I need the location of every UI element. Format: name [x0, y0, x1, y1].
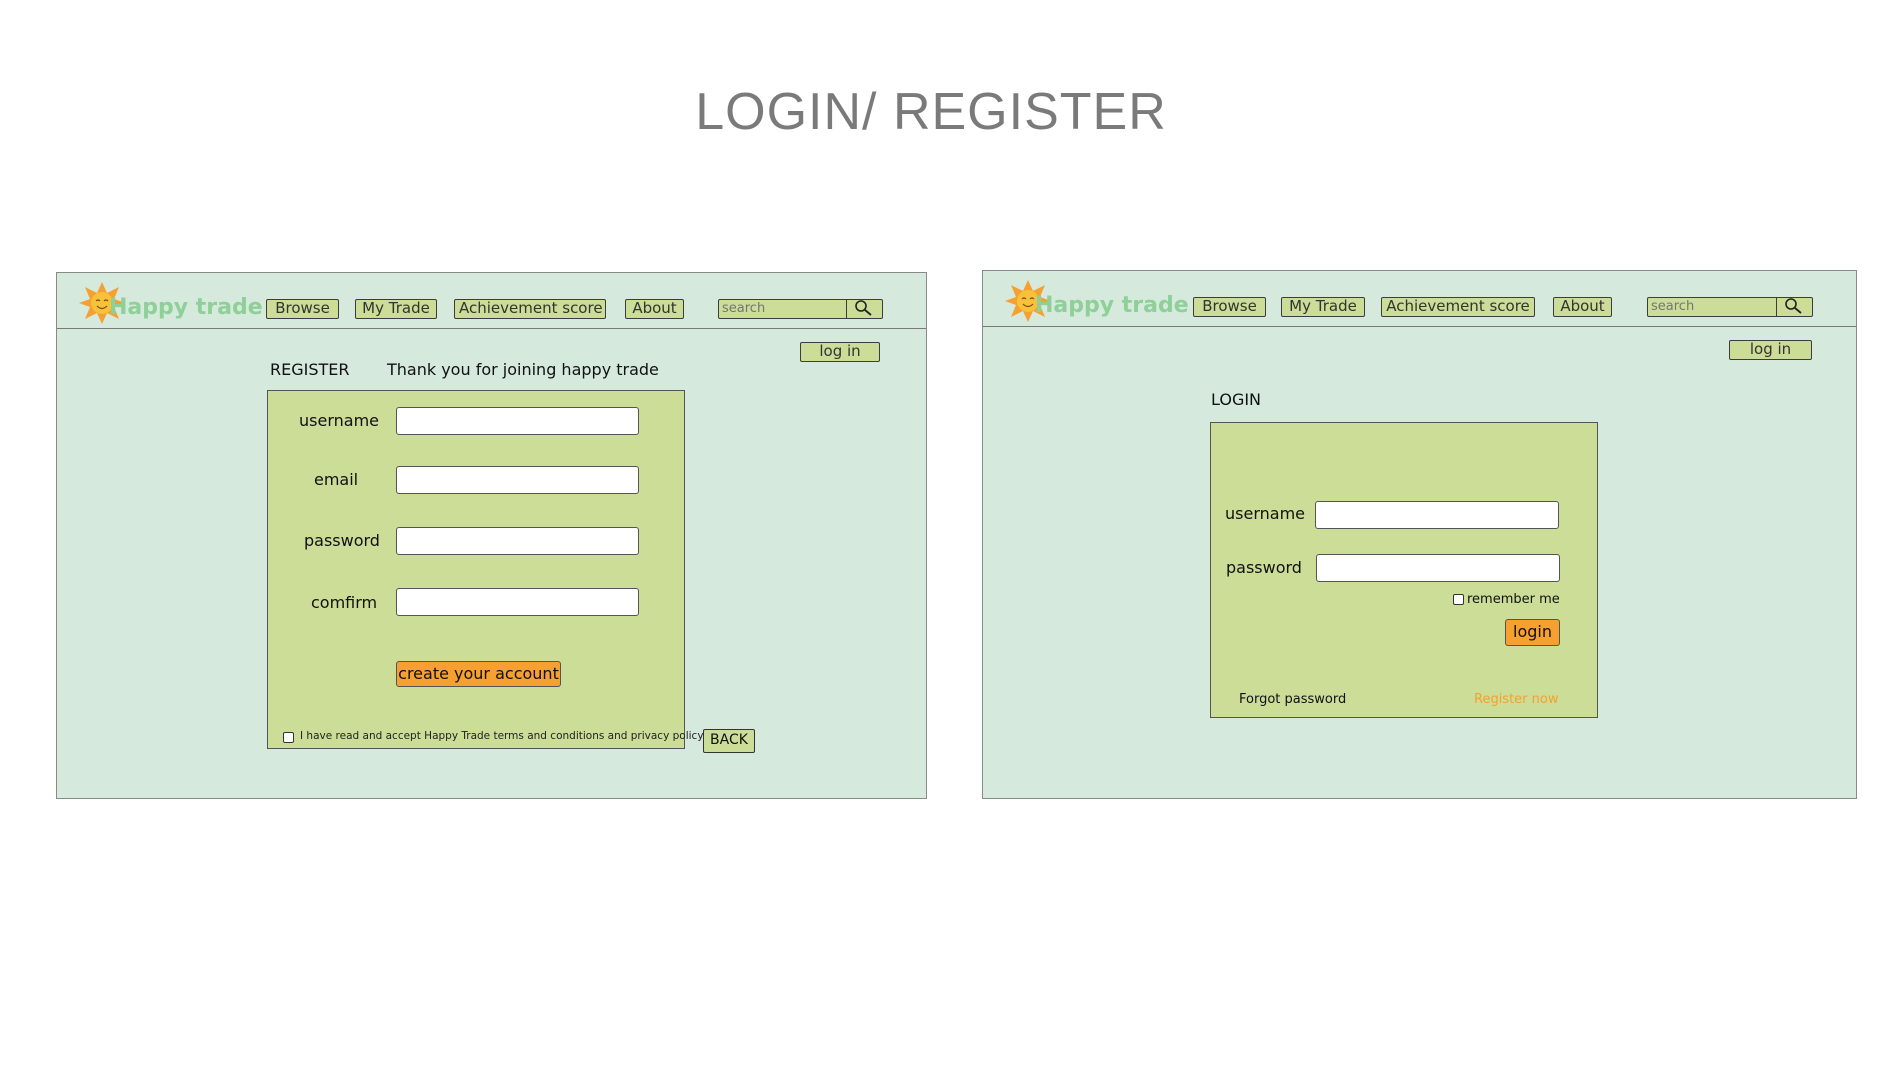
page-title: LOGIN/ REGISTER	[695, 83, 1167, 141]
nav-achievement-score[interactable]: Achievement score	[1381, 297, 1535, 317]
search-button[interactable]	[1776, 296, 1812, 317]
back-button[interactable]: BACK	[703, 729, 755, 753]
register-heading: REGISTER	[270, 360, 350, 379]
login-header-button[interactable]: log in	[800, 342, 880, 362]
password-label: password	[1226, 558, 1302, 577]
password-field[interactable]	[1316, 554, 1560, 582]
nav-my-trade[interactable]: My Trade	[355, 299, 437, 319]
logo[interactable]: Happy trade	[1005, 279, 1189, 325]
nav-browse[interactable]: Browse	[1193, 297, 1266, 317]
confirm-label: comfirm	[311, 593, 378, 612]
logo[interactable]: Happy trade	[79, 281, 263, 327]
register-subheading: Thank you for joining happy trade	[387, 360, 659, 379]
username-field[interactable]	[396, 407, 639, 435]
register-now-link[interactable]: Register now	[1474, 692, 1558, 707]
login-form: username password remember me login Forg…	[1210, 422, 1598, 718]
login-mockup: Happy trade Browse My Trade Achievement …	[982, 270, 1857, 799]
create-account-button[interactable]: create your account	[396, 661, 561, 687]
terms-checkbox[interactable]	[283, 732, 294, 743]
remember-me-label: remember me	[1467, 592, 1560, 607]
password-label: password	[304, 531, 380, 550]
nav-about[interactable]: About	[625, 299, 684, 319]
search-input[interactable]	[1651, 299, 1769, 314]
username-field[interactable]	[1315, 501, 1559, 529]
login-button[interactable]: login	[1505, 619, 1560, 646]
register-mockup: Happy trade Browse My Trade Achievement …	[56, 272, 927, 799]
magnifier-icon	[1785, 297, 1802, 314]
search-input[interactable]	[722, 301, 840, 316]
nav-my-trade[interactable]: My Trade	[1281, 297, 1365, 317]
top-navbar: Happy trade Browse My Trade Achievement …	[57, 273, 926, 329]
email-label: email	[314, 470, 359, 489]
nav-browse[interactable]: Browse	[266, 299, 339, 319]
username-label: username	[1225, 504, 1305, 523]
magnifier-icon	[855, 299, 872, 316]
logo-text: Happy trade	[1035, 293, 1189, 318]
top-navbar: Happy trade Browse My Trade Achievement …	[983, 271, 1856, 327]
login-header-button[interactable]: log in	[1729, 340, 1812, 360]
terms-text: I have read and accept Happy Trade terms…	[300, 730, 706, 742]
email-field[interactable]	[396, 466, 639, 494]
username-label: username	[299, 411, 379, 430]
search-bar	[1647, 296, 1813, 317]
register-form: username email password comfirm create y…	[267, 390, 705, 749]
nav-about[interactable]: About	[1553, 297, 1612, 317]
forgot-password-link[interactable]: Forgot password	[1239, 692, 1346, 707]
nav-achievement-score[interactable]: Achievement score	[454, 299, 606, 319]
remember-me-checkbox[interactable]	[1453, 594, 1464, 605]
logo-text: Happy trade	[109, 295, 263, 320]
confirm-field[interactable]	[396, 588, 639, 616]
password-field[interactable]	[396, 527, 639, 555]
login-heading: LOGIN	[1211, 390, 1262, 409]
search-bar	[718, 298, 883, 319]
search-button[interactable]	[846, 298, 882, 319]
